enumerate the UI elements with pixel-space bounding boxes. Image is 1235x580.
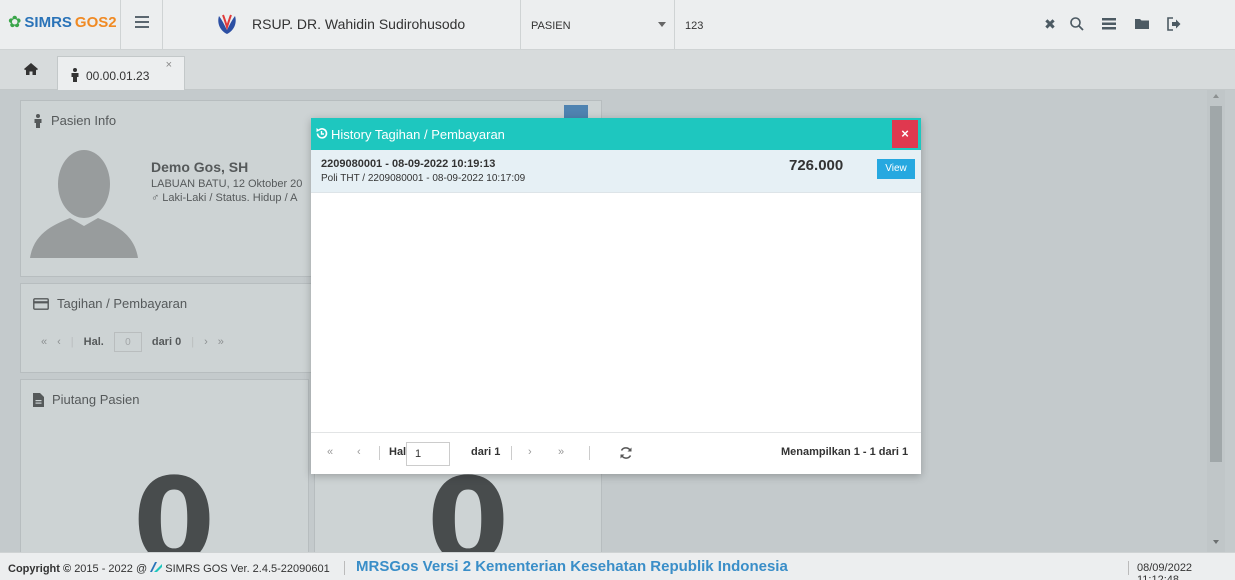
- divider: [120, 0, 121, 50]
- search-category-value: PASIEN: [531, 20, 571, 32]
- refresh-icon[interactable]: [619, 446, 633, 460]
- copyright-label: Copyright: [8, 563, 60, 575]
- list-icon[interactable]: [1101, 16, 1117, 32]
- divider: [162, 0, 163, 50]
- hospital-logo: [218, 14, 236, 34]
- person-icon: [71, 68, 79, 82]
- divider: [589, 446, 590, 460]
- modal-close-button[interactable]: ×: [892, 120, 918, 148]
- tab-bar: 00.00.01.23 ×: [0, 50, 1235, 90]
- divider: [1128, 561, 1129, 575]
- hospital-name: RSUP. DR. Wahidin Sudirohusodo: [252, 16, 466, 32]
- page-total: dari 1: [471, 446, 501, 458]
- footer: Copyright © 2015 - 2022 @ SIMRS GOS Ver.…: [0, 552, 1235, 580]
- page-input[interactable]: [406, 442, 450, 466]
- pager-summary: Menampilkan 1 - 1 dari 1: [781, 446, 909, 458]
- app-version: SIMRS GOS Ver. 2.4.5-22090601: [165, 563, 330, 575]
- last-page-icon[interactable]: »: [558, 446, 564, 458]
- logo-prefix: SIMRS: [24, 13, 72, 31]
- search-input[interactable]: [685, 18, 985, 34]
- home-icon[interactable]: [23, 62, 39, 76]
- divider: [379, 446, 380, 460]
- copyright-symbol: ©: [63, 563, 72, 575]
- next-page-icon[interactable]: ›: [528, 446, 532, 458]
- prev-page-icon[interactable]: ‹: [357, 446, 361, 458]
- clear-icon[interactable]: ✖: [1042, 16, 1058, 32]
- copyright-years: 2015 - 2022 @: [74, 563, 148, 575]
- tab-patient-label: 00.00.01.23: [86, 69, 150, 83]
- divider: [511, 446, 512, 460]
- copyright: Copyright © 2015 - 2022 @ SIMRS GOS Ver.…: [8, 562, 330, 575]
- modal-pager: « ‹ Hal. dari 1 › » Menampilkan 1 - 1 da…: [311, 432, 921, 474]
- tab-patient[interactable]: 00.00.01.23 ×: [57, 56, 185, 90]
- modal-header: History Tagihan / Pembayaran ×: [311, 118, 921, 150]
- marquee-text: MRSGos Versi 2 Kementerian Kesehatan Rep…: [356, 558, 788, 575]
- search-category-select[interactable]: PASIEN: [520, 0, 675, 50]
- logout-icon[interactable]: [1166, 16, 1182, 32]
- list-item[interactable]: 2209080001 - 08-09-2022 10:19:13 Poli TH…: [311, 150, 921, 193]
- history-item-detail: Poli THT / 2209080001 - 08-09-2022 10:17…: [321, 173, 526, 184]
- datetime: 08/09/2022 11:12:48: [1137, 562, 1193, 580]
- hamburger-icon[interactable]: [135, 16, 149, 28]
- caret-down-icon: [658, 22, 666, 27]
- modal-title: History Tagihan / Pembayaran: [331, 127, 505, 142]
- tab-close-icon[interactable]: ×: [166, 59, 172, 71]
- folder-icon[interactable]: [1134, 16, 1150, 32]
- history-item-amount: 726.000: [789, 157, 844, 174]
- view-button[interactable]: View: [877, 159, 915, 179]
- history-icon: [316, 128, 328, 139]
- history-modal: History Tagihan / Pembayaran × 220908000…: [311, 118, 921, 474]
- divider: [344, 561, 345, 575]
- first-page-icon[interactable]: «: [327, 446, 333, 458]
- search-icon[interactable]: [1069, 16, 1085, 32]
- ministry-logo-icon: [150, 562, 163, 572]
- top-bar: ✿ SIMRS GOS2 RSUP. DR. Wahidin Sudirohuso…: [0, 0, 1235, 50]
- history-item-title: 2209080001 - 08-09-2022 10:19:13: [321, 158, 496, 170]
- gear-icon: ✿: [8, 14, 22, 31]
- logo-suffix: GOS2: [74, 13, 117, 31]
- app-logo[interactable]: ✿ SIMRS GOS2: [8, 12, 117, 32]
